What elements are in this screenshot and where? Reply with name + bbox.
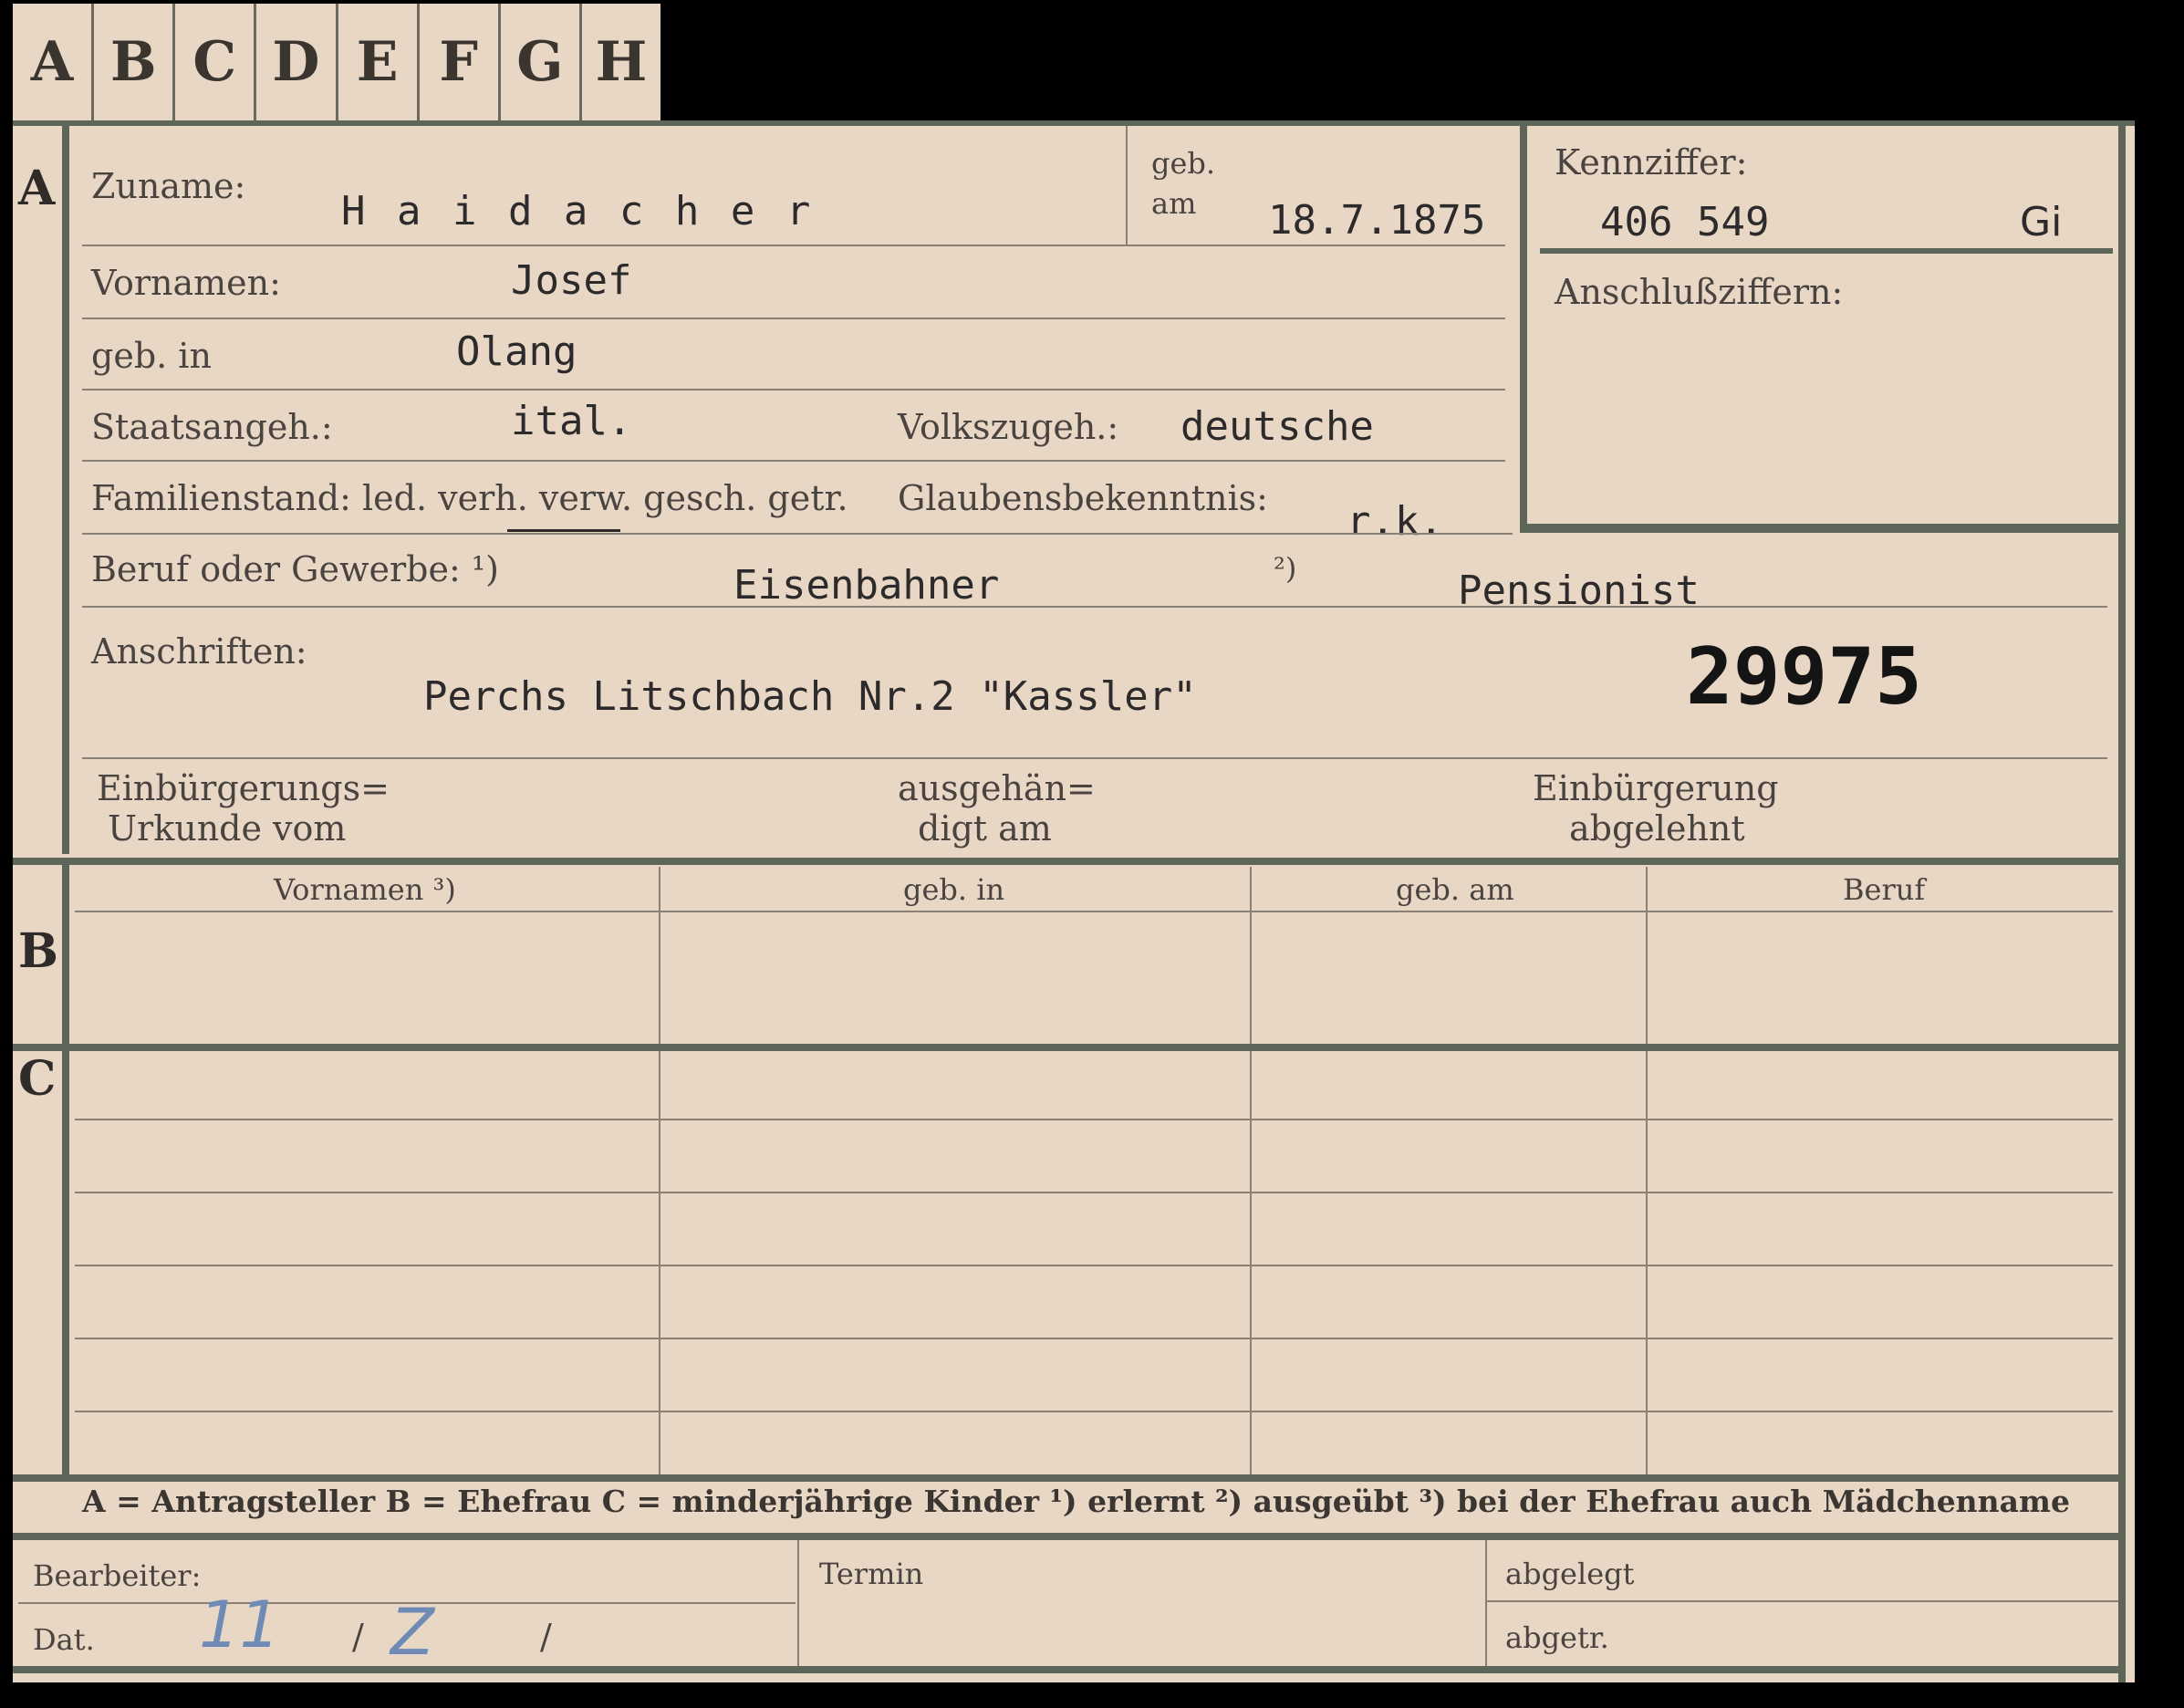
section-b-col-rule-2 xyxy=(1250,867,1252,1044)
bottom-rule xyxy=(13,1666,2126,1673)
tab-e[interactable]: E xyxy=(338,4,420,120)
anschlussziffern-label: Anschlußziffern: xyxy=(1555,272,1844,312)
zuname-value[interactable]: H a i d a c h e r xyxy=(341,188,814,234)
section-c-bottom-rule xyxy=(13,1474,2126,1482)
section-c-row-rule-4 xyxy=(75,1338,2113,1339)
section-c-row-rule-1 xyxy=(75,1119,2113,1120)
verw-underline xyxy=(507,529,620,532)
section-b-col-rule-1 xyxy=(659,867,660,1044)
row-rule-6 xyxy=(82,606,2107,608)
ausgehaendigt-label-2: digt am xyxy=(918,808,1052,849)
bearbeiter-label: Bearbeiter: xyxy=(33,1558,202,1593)
kennziffer-box xyxy=(1520,126,2118,533)
row-rule-2 xyxy=(82,318,1505,319)
section-b-col-rule-3 xyxy=(1646,867,1648,1044)
section-b-header-rule xyxy=(75,911,2113,912)
dat-value-1[interactable]: 11 xyxy=(199,1588,280,1662)
beruf-note-2: ²) xyxy=(1274,551,1297,586)
staatsangeh-label: Staatsangeh.: xyxy=(91,407,333,447)
abgelegt-label: abgelegt xyxy=(1505,1557,1635,1591)
geb-label-1: geb. xyxy=(1151,146,1216,181)
tab-h[interactable]: H xyxy=(582,4,660,120)
glaubens-value[interactable]: r.k. xyxy=(1347,498,1443,545)
geb-label-2: am xyxy=(1151,186,1197,221)
col-vornamen: Vornamen ³) xyxy=(274,872,456,907)
dat-label: Dat. xyxy=(33,1622,95,1657)
abgetr-label: abgetr. xyxy=(1505,1620,1609,1655)
abgelehnt-label-2: abgelehnt xyxy=(1569,808,1745,849)
section-a-bottom-rule xyxy=(13,858,2126,865)
tab-b[interactable]: B xyxy=(94,4,176,120)
section-b-bottom-rule xyxy=(13,1044,2126,1051)
tab-d[interactable]: D xyxy=(256,4,338,120)
tab-g[interactable]: G xyxy=(501,4,582,120)
volkszugeh-value[interactable]: deutsche xyxy=(1180,403,1374,450)
section-c-row-rule-3 xyxy=(75,1265,2113,1266)
anschriften-value[interactable]: Perchs Litschbach Nr.2 "Kassler" xyxy=(423,673,1197,720)
familienstand-label: Familienstand: led. verh. verw. gesch. g… xyxy=(91,478,848,518)
col-geb-in: geb. in xyxy=(903,872,1005,907)
section-a-left-rule xyxy=(62,124,69,854)
dat-value-2[interactable]: Z xyxy=(390,1595,434,1670)
termin-label: Termin xyxy=(819,1557,924,1591)
zuname-divider xyxy=(1126,126,1128,245)
einbuergerung-label-1: Einbürgerungs= xyxy=(97,768,390,808)
row-rule-3 xyxy=(82,389,1505,391)
glaubens-label: Glaubensbekenntnis: xyxy=(898,478,1268,518)
beruf-label: Beruf oder Gewerbe: ¹) xyxy=(91,549,499,589)
register-tabs: A B C D E F G H xyxy=(13,4,660,120)
footer-col-rule-2 xyxy=(1485,1540,1487,1666)
legend: A = Antragsteller B = Ehefrau C = minder… xyxy=(82,1484,2070,1519)
tab-c[interactable]: C xyxy=(175,4,257,120)
col-geb-am: geb. am xyxy=(1396,872,1514,907)
volkszugeh-label: Volkszugeh.: xyxy=(898,407,1119,447)
legend-bottom-rule xyxy=(13,1533,2126,1540)
ausgehaendigt-label-1: ausgehän= xyxy=(898,768,1096,808)
geb-in-label: geb. in xyxy=(91,336,212,376)
kennziffer-box-bottom xyxy=(1520,524,2118,533)
einbuergerung-label-2: Urkunde vom xyxy=(108,808,347,849)
kennziffer-label: Kennziffer: xyxy=(1555,142,1748,182)
beruf-value-1[interactable]: Eisenbahner xyxy=(733,562,999,609)
section-a-letter: A xyxy=(18,161,56,216)
tab-a[interactable]: A xyxy=(13,4,95,120)
section-b-letter: B xyxy=(18,923,58,979)
kennziffer-rule xyxy=(1540,248,2113,254)
section-b-left-rule xyxy=(62,863,69,1044)
stamp-number: 29975 xyxy=(1686,631,1922,723)
right-rule xyxy=(2118,120,2126,1682)
dat-slash-2: / xyxy=(540,1617,552,1657)
staatsangeh-value[interactable]: ital. xyxy=(511,398,631,444)
col-beruf: Beruf xyxy=(1843,872,1926,907)
row-rule-1 xyxy=(82,245,1505,246)
geb-in-value[interactable]: Olang xyxy=(456,328,577,375)
anschriften-label: Anschriften: xyxy=(91,631,307,672)
tab-f[interactable]: F xyxy=(420,4,501,120)
section-c-letter: C xyxy=(18,1051,57,1107)
section-c-row-rule-5 xyxy=(75,1411,2113,1412)
section-c-row-rule-2 xyxy=(75,1192,2113,1193)
kennziffer-suffix[interactable]: Gi xyxy=(2020,199,2062,245)
vornamen-label: Vornamen: xyxy=(91,263,281,303)
footer-col-rule-1 xyxy=(797,1540,799,1666)
geb-am-value[interactable]: 18.7.1875 xyxy=(1268,197,1485,244)
vornamen-value[interactable]: Josef xyxy=(511,257,631,304)
row-rule-5 xyxy=(82,533,1513,535)
abgelegt-rule xyxy=(1487,1600,2118,1602)
dat-slash-1: / xyxy=(352,1617,364,1657)
row-rule-7 xyxy=(82,757,2107,759)
section-c-left-rule xyxy=(62,1049,69,1474)
zuname-label: Zuname: xyxy=(91,166,246,206)
kennziffer-value[interactable]: 406 549 xyxy=(1600,199,1769,245)
row-rule-4 xyxy=(82,460,1505,462)
abgelehnt-label-1: Einbürgerung xyxy=(1533,768,1779,808)
